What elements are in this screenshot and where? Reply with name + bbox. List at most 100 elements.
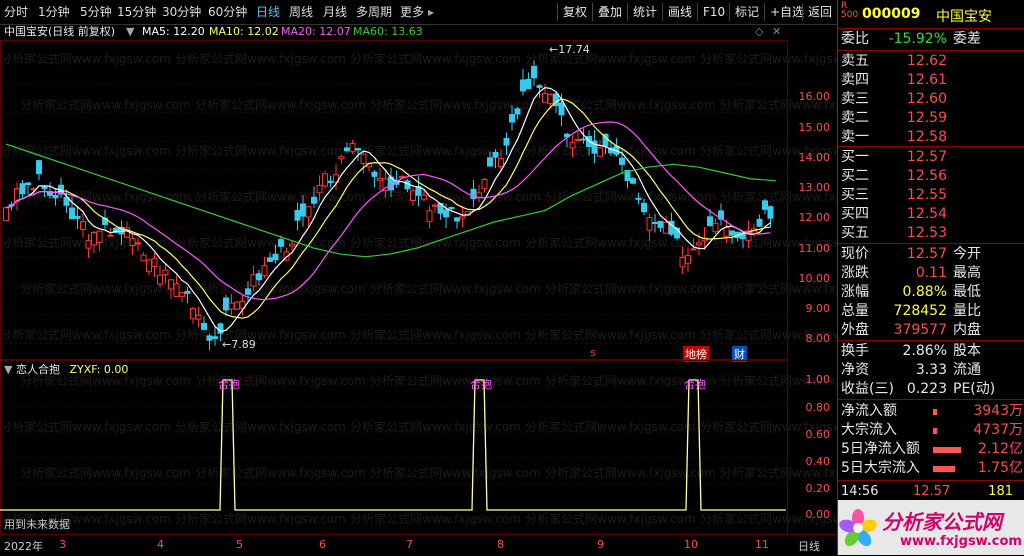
candle	[140, 254, 147, 262]
stat-row-value: 379577	[893, 322, 947, 338]
chart-menu-icon[interactable]: ▼	[126, 24, 134, 40]
candle	[157, 274, 163, 285]
candle	[201, 322, 207, 330]
candle	[443, 209, 449, 218]
ma5-label: MA5: 12.20	[142, 25, 205, 38]
candle	[234, 301, 240, 310]
candle	[245, 288, 251, 295]
stat2-row-label2: 股本	[953, 343, 981, 359]
logo-banner[interactable]: 分析家公式网 www.fxjgsw.com	[838, 500, 1024, 555]
period-toolbar: 分时 1分钟 5分钟 15分钟 30分钟 60分钟 日线 周线 月线 多周期 更…	[0, 0, 837, 25]
bid-row: 买一 12.57	[838, 148, 1024, 167]
stat-row-label: 涨跌	[841, 265, 869, 281]
indicator-chart[interactable]: 合抱 合抱 合抱	[0, 360, 786, 533]
period-tab-fenshi[interactable]: 分时	[4, 4, 28, 21]
candle	[547, 94, 554, 105]
flow-row-label: 5日净流入额	[841, 441, 920, 457]
candle	[646, 217, 653, 231]
draw-button[interactable]: 画线	[662, 3, 697, 21]
stat-row: 总量 728452 量比	[838, 302, 1024, 321]
period-tab-15min[interactable]: 15分钟	[117, 4, 156, 21]
ask-row: 卖二 12.59	[838, 109, 1024, 128]
chart-title: 中国宝安(日线 前复权)	[4, 25, 116, 38]
flow-row: 大宗流入 4737万	[838, 421, 1024, 440]
price-tick: 11.00	[798, 242, 831, 255]
period-tab-more[interactable]: 更多	[400, 4, 424, 21]
stock-name: 中国宝安	[936, 9, 992, 25]
candle	[498, 158, 504, 168]
ind-tick: 0.20	[805, 482, 831, 495]
flow-bar	[933, 466, 955, 472]
stat-row: 外盘 379577 内盘	[838, 321, 1024, 340]
weibi-label: 委比	[841, 31, 869, 47]
stat-row-value: 12.57	[906, 246, 947, 262]
f10-button[interactable]: F10	[697, 3, 730, 21]
candle	[85, 240, 92, 249]
ask-row-value: 12.58	[906, 129, 947, 145]
period-tab-1min[interactable]: 1分钟	[38, 4, 70, 21]
price-axis: 16.00 15.00 14.00 13.00 12.00 11.00 10.0…	[787, 40, 838, 358]
x-tick: 8	[497, 538, 504, 551]
bid-row-label: 买一	[841, 149, 869, 165]
candle	[575, 139, 581, 142]
candle	[520, 79, 526, 92]
price-tick: 15.00	[798, 121, 831, 134]
bid-row-value: 12.53	[906, 225, 947, 241]
flow-row-value: 1.75亿	[977, 460, 1023, 476]
candle	[36, 160, 42, 175]
ask-row: 卖四 12.61	[838, 71, 1024, 90]
flow-bar	[933, 447, 961, 453]
period-tab-multi[interactable]: 多周期	[356, 4, 392, 21]
candle	[272, 253, 279, 261]
x-tick: 10	[684, 538, 698, 551]
period-tab-60min[interactable]: 60分钟	[208, 4, 247, 21]
candle	[459, 215, 466, 219]
stats-button[interactable]: 统计	[627, 3, 662, 21]
candle	[536, 85, 543, 88]
candle	[729, 230, 735, 236]
candle	[685, 255, 691, 264]
flow-row: 净流入额 3943万	[838, 402, 1024, 421]
period-tab-weekly[interactable]: 周线	[289, 4, 313, 21]
bid-row: 买五 12.53	[838, 224, 1024, 243]
tick-volume: 181	[988, 484, 1013, 499]
price-tick: 13.00	[798, 181, 831, 194]
ind-tick: 0.40	[805, 455, 831, 468]
mark-button[interactable]: 标记	[729, 3, 764, 21]
candle	[569, 142, 576, 149]
candle	[261, 265, 268, 277]
price-chart[interactable]	[0, 40, 786, 358]
period-tab-monthly[interactable]: 月线	[323, 4, 347, 21]
ma10-label: MA10: 12.02	[209, 25, 279, 38]
period-tab-5min[interactable]: 5分钟	[80, 4, 112, 21]
stat-row-label2: 最低	[953, 284, 981, 300]
close-icon[interactable]: ✕	[772, 24, 781, 40]
stat2-row-label: 收益(三)	[841, 381, 894, 397]
fuquan-button[interactable]: 复权	[557, 3, 592, 21]
stat2-row-label2: 流通	[953, 362, 981, 378]
diamond-icon[interactable]: ◇	[755, 24, 763, 40]
flower-logo-icon	[839, 509, 877, 547]
candle	[228, 302, 235, 310]
candle	[69, 207, 75, 220]
stock-code: 000009	[862, 6, 921, 22]
s-marker[interactable]: s	[590, 346, 596, 359]
period-tab-30min[interactable]: 30分钟	[162, 4, 201, 21]
more-arrow-icon[interactable]: ▸	[428, 4, 434, 21]
back-button[interactable]: 返回	[802, 3, 837, 21]
quote-panel: R 500 000009 中国宝安 委比 -15.92% 委差 卖五 12.62 卖四…	[837, 0, 1024, 555]
candle	[311, 196, 317, 204]
x-tick: 9	[597, 538, 604, 551]
stat-row-label: 总量	[841, 303, 869, 319]
stat-row: 涨跌 0.11 最高	[838, 264, 1024, 283]
flow-row: 5日大宗流入 1.75亿	[838, 459, 1024, 478]
stat2-row-label2: PE(动)	[953, 381, 996, 397]
period-tab-daily[interactable]: 日线	[256, 4, 280, 21]
overlay-button[interactable]: 叠加	[592, 3, 627, 21]
stat-row-label2: 量比	[953, 303, 981, 319]
candle	[316, 185, 323, 194]
price-tick: 16.00	[798, 90, 831, 103]
x-tick: 5	[236, 538, 243, 551]
bid-row: 买三 12.55	[838, 186, 1024, 205]
candle	[80, 221, 86, 230]
